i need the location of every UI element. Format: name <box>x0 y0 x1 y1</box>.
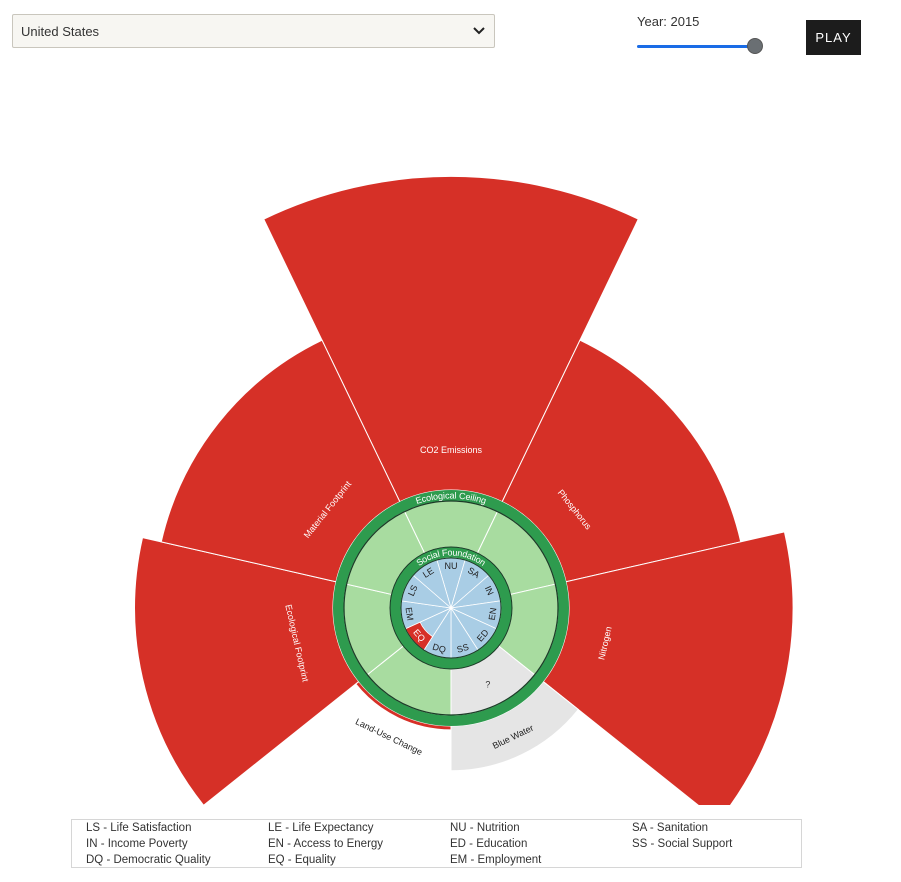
legend-item: LS - Life Satisfaction <box>86 822 192 834</box>
legend-item: IN - Income Poverty <box>86 838 188 850</box>
social-label-nu: NU <box>445 561 458 571</box>
eco-label-co2-emissions: CO2 Emissions <box>420 445 483 455</box>
legend-item: EN - Access to Energy <box>268 838 384 850</box>
legend-item: NU - Nutrition <box>450 822 520 834</box>
legend-item: ED - Education <box>450 838 528 850</box>
legend: LS - Life Satisfaction LE - Life Expectan… <box>71 819 802 868</box>
doughnut-chart: NU SAINENEDSSDQEQEMLSLEEcological Ceiling… <box>134 175 794 805</box>
legend-item: EQ - Equality <box>268 854 336 866</box>
unknown-indicator: ? <box>485 680 490 690</box>
legend-item: DQ - Democratic Quality <box>86 854 211 866</box>
legend-item: SS - Social Support <box>632 838 733 850</box>
legend-item: SA - Sanitation <box>632 822 709 834</box>
legend-item: EM - Employment <box>450 854 542 866</box>
legend-item: LE - Life Expectancy <box>268 822 374 834</box>
social-label-em: EM <box>404 607 416 622</box>
social-label-en: EN <box>487 607 499 621</box>
